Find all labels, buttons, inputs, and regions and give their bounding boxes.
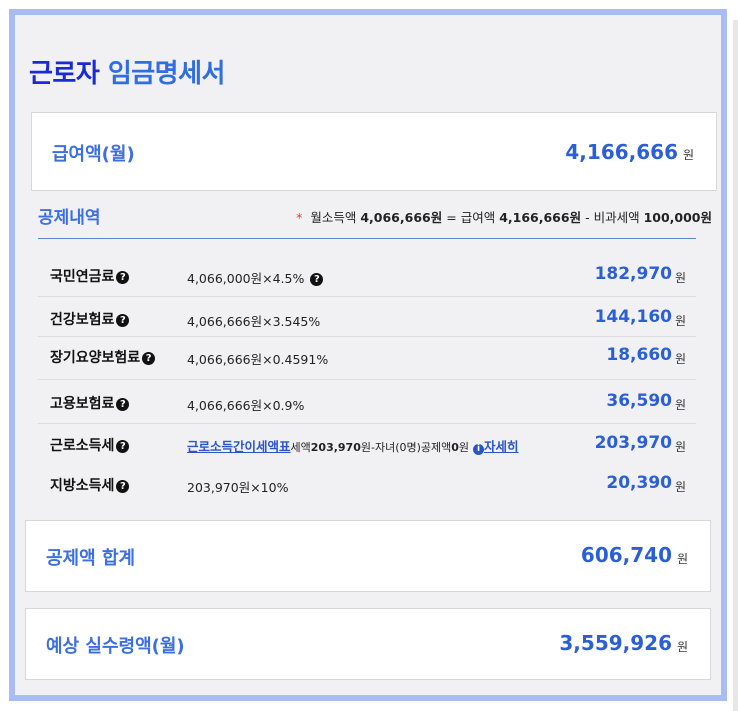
row-name: 국민연금료? — [50, 266, 130, 286]
deduction-row-longterm-care: 장기요양보험료? 4,066,666원×0.4591% 18,660 원 — [38, 337, 696, 380]
row-unit: 원 — [674, 440, 686, 454]
row-calc: 4,066,666원×0.9% — [187, 398, 305, 413]
row-name: 지방소득세? — [50, 475, 130, 495]
row-unit: 원 — [674, 398, 686, 412]
question-circle-icon[interactable]: ? — [116, 398, 130, 411]
question-circle-icon[interactable]: ? — [116, 271, 130, 284]
net-pay-card: 예상 실수령액(월) 3,559,926 원 — [25, 608, 711, 680]
row-value: 182,970 — [594, 264, 672, 284]
income-formula: * 월소득액 4,066,666원 = 급여액 4,166,666원 - 비과세… — [296, 210, 712, 225]
net-pay-amount: 3,559,926 — [559, 631, 672, 655]
page-title: 근로자 임금명세서 — [29, 59, 225, 89]
question-circle-icon[interactable]: ? — [310, 273, 324, 286]
question-circle-icon[interactable]: ? — [116, 314, 130, 327]
question-circle-icon[interactable]: ? — [116, 440, 130, 453]
tax-table-link[interactable]: 근로소득간이세액표 — [187, 439, 291, 454]
row-value: 36,590 — [606, 391, 672, 411]
deduction-row-pension: 국민연금료? 4,066,000원×4.5%? 182,970 원 — [38, 254, 696, 297]
deduction-row-local-tax: 지방소득세? 203,970원×10% 20,390 원 — [38, 464, 696, 504]
row-name: 장기요양보험료? — [50, 347, 156, 367]
salary-unit: 원 — [682, 148, 694, 162]
total-deduction-unit: 원 — [676, 552, 688, 566]
row-calc: 4,066,666원×3.545% — [187, 314, 321, 329]
row-value: 18,660 — [606, 345, 672, 365]
question-circle-icon[interactable]: ? — [116, 480, 130, 493]
row-calc: 근로소득간이세액표세액203,970원-자녀(0명)공제액0원 i 자세히 — [187, 439, 519, 455]
section-divider — [38, 238, 696, 239]
deduction-row-health: 건강보험료? 4,066,666원×3.545% 144,160 원 — [38, 297, 696, 337]
row-value: 20,390 — [606, 473, 672, 493]
total-deduction-label: 공제액 합계 — [46, 548, 136, 569]
deduction-row-employment: 고용보험료? 4,066,666원×0.9% 36,590 원 — [38, 380, 696, 424]
salary-amount: 4,166,666 — [565, 140, 678, 164]
row-calc: 4,066,666원×0.4591% — [187, 352, 329, 367]
row-unit: 원 — [674, 480, 686, 494]
net-pay-label: 예상 실수령액(월) — [46, 636, 185, 657]
info-circle-icon[interactable]: i — [473, 444, 485, 455]
deduction-heading: 공제내역 — [38, 208, 101, 228]
row-unit: 원 — [674, 271, 686, 285]
row-calc: 203,970원×10% — [187, 480, 289, 495]
asterisk: * — [296, 210, 303, 225]
salary-label: 급여액(월) — [52, 144, 135, 165]
scrollbar[interactable] — [733, 20, 738, 711]
question-circle-icon[interactable]: ? — [142, 352, 156, 365]
row-name: 근로소득세? — [50, 435, 130, 455]
row-unit: 원 — [674, 314, 686, 328]
row-value: 203,970 — [594, 433, 672, 453]
net-pay-unit: 원 — [676, 640, 688, 654]
total-deduction-card: 공제액 합계 606,740 원 — [25, 520, 711, 592]
total-deduction-amount: 606,740 — [580, 543, 672, 567]
salary-card: 급여액(월) 4,166,666 원 — [31, 112, 717, 191]
deduction-row-income-tax: 근로소득세? 근로소득간이세액표세액203,970원-자녀(0명)공제액0원 i 자… — [38, 424, 696, 464]
row-name: 고용보험료? — [50, 393, 130, 413]
row-value: 144,160 — [594, 307, 672, 327]
row-unit: 원 — [674, 352, 686, 366]
detail-link[interactable]: 자세히 — [484, 439, 519, 454]
row-name: 건강보험료? — [50, 309, 130, 329]
row-calc: 4,066,000원×4.5%? — [187, 268, 324, 287]
